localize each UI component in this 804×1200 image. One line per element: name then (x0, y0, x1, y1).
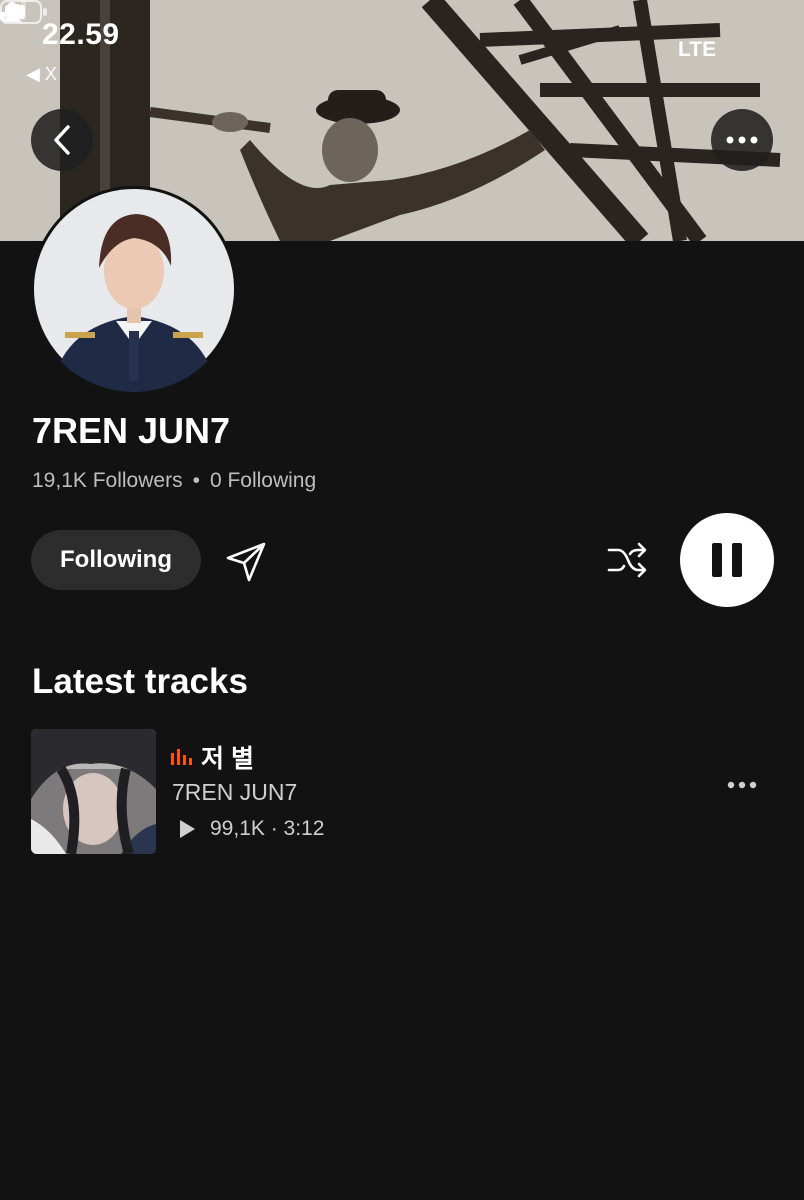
section-title-latest-tracks: Latest tracks (32, 662, 248, 701)
avatar[interactable] (31, 186, 237, 392)
shuffle-icon[interactable] (606, 540, 648, 580)
avatar-image (31, 186, 237, 392)
back-button[interactable] (31, 109, 93, 171)
pause-icon (712, 543, 742, 577)
stats-separator: • (192, 469, 200, 492)
track-meta: 99,1K · 3:12 (178, 817, 324, 841)
pause-button[interactable] (680, 513, 774, 607)
following-button[interactable]: Following (31, 530, 201, 590)
track-artwork (31, 729, 156, 854)
track-row[interactable]: 저 별 7REN JUN7 99,1K · 3:12 (31, 729, 774, 854)
more-horizontal-icon (726, 136, 758, 144)
following-count[interactable]: 0 Following (210, 469, 316, 492)
track-artist[interactable]: 7REN JUN7 (172, 779, 297, 806)
followers-count[interactable]: 19,1K Followers (32, 469, 183, 492)
track-title[interactable]: 저 별 (171, 739, 254, 775)
track-artwork-image (31, 729, 156, 854)
chevron-left-icon (54, 125, 70, 155)
track-plays-duration: 99,1K · 3:12 (210, 817, 325, 840)
send-icon[interactable] (222, 538, 270, 586)
track-more-icon[interactable] (727, 781, 757, 789)
status-time: 22.59 (42, 18, 120, 51)
follow-stats: 19,1K Followers • 0 Following (32, 469, 316, 493)
track-title-text: 저 별 (201, 745, 254, 773)
status-back-to-app[interactable]: ◀ X (26, 64, 57, 85)
more-options-button[interactable] (711, 109, 773, 171)
battery-icon (0, 0, 47, 24)
artist-name: 7REN JUN7 (32, 410, 231, 451)
play-icon (180, 820, 195, 838)
equalizer-bars-icon (171, 749, 192, 765)
network-label: LTE (678, 38, 717, 61)
